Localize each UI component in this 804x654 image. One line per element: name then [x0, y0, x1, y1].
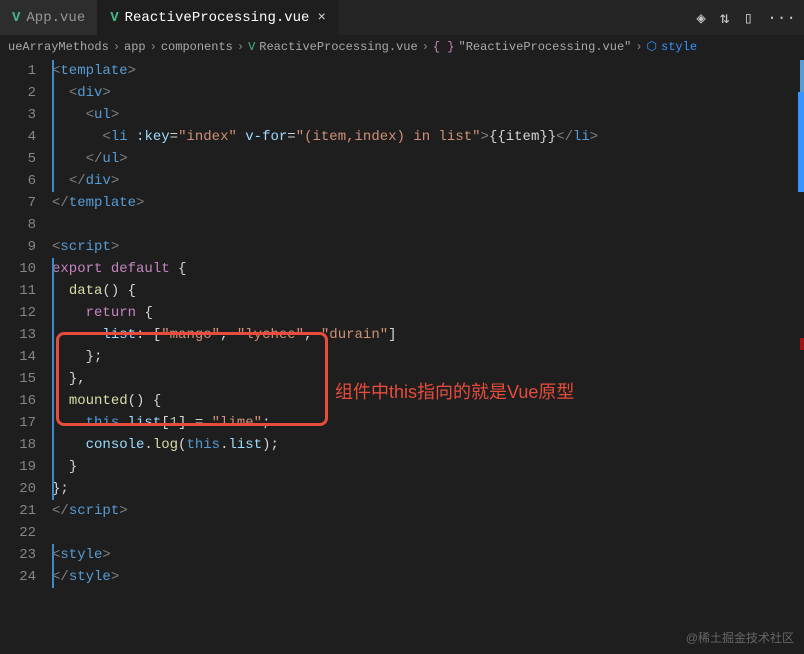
tab-reactive-processing[interactable]: V ReactiveProcessing.vue × — [98, 0, 339, 35]
line-number: 17 — [0, 412, 36, 434]
line-number: 1 — [0, 60, 36, 82]
close-icon[interactable]: × — [317, 10, 325, 26]
chevron-right-icon: › — [113, 40, 120, 54]
chevron-right-icon: › — [635, 40, 642, 54]
minimap-marker — [798, 92, 804, 192]
vue-icon: V — [248, 40, 255, 54]
code-editor[interactable]: 1 2 3 4 5 6 7 8 9 10 11 12 13 14 15 16 1… — [0, 58, 804, 652]
line-number: 23 — [0, 544, 36, 566]
line-number: 4 — [0, 126, 36, 148]
line-number: 11 — [0, 280, 36, 302]
breadcrumb-item[interactable]: style — [661, 40, 697, 54]
compare-icon[interactable]: ⇅ — [720, 8, 730, 28]
breadcrumb-item[interactable]: ueArrayMethods — [8, 40, 109, 54]
line-number: 18 — [0, 434, 36, 456]
line-number: 14 — [0, 346, 36, 368]
diff-icon[interactable]: ◈ — [696, 8, 706, 28]
breadcrumb-item[interactable]: components — [161, 40, 233, 54]
watermark: @稀土掘金技术社区 — [686, 629, 794, 646]
line-gutter: 1 2 3 4 5 6 7 8 9 10 11 12 13 14 15 16 1… — [0, 58, 52, 652]
vue-icon: V — [110, 10, 118, 26]
breadcrumb-item[interactable]: ReactiveProcessing.vue — [259, 40, 417, 54]
split-icon[interactable]: ▯ — [744, 8, 754, 28]
chevron-right-icon: › — [150, 40, 157, 54]
editor-toolbar: ◈ ⇅ ▯ ··· — [696, 8, 804, 28]
line-number: 2 — [0, 82, 36, 104]
line-number: 3 — [0, 104, 36, 126]
line-number: 22 — [0, 522, 36, 544]
line-number: 24 — [0, 566, 36, 588]
tab-bar: V App.vue V ReactiveProcessing.vue × ◈ ⇅… — [0, 0, 804, 35]
code-content[interactable]: <template> <div> <ul> <li :key="index" v… — [52, 58, 804, 652]
line-number: 20 — [0, 478, 36, 500]
tab-label: ReactiveProcessing.vue — [125, 10, 310, 26]
minimap-marker — [800, 60, 804, 94]
tab-label: App.vue — [26, 10, 85, 26]
cube-icon: ⬡ — [647, 39, 657, 54]
line-number: 5 — [0, 148, 36, 170]
line-number: 15 — [0, 368, 36, 390]
tab-app-vue[interactable]: V App.vue — [0, 0, 98, 35]
more-icon[interactable]: ··· — [767, 9, 796, 27]
line-number: 6 — [0, 170, 36, 192]
line-number: 7 — [0, 192, 36, 214]
tabs-left: V App.vue V ReactiveProcessing.vue × — [0, 0, 339, 35]
vue-icon: V — [12, 10, 20, 26]
breadcrumb[interactable]: ueArrayMethods › app › components › V Re… — [0, 35, 804, 58]
chevron-right-icon: › — [422, 40, 429, 54]
line-number: 10 — [0, 258, 36, 280]
breadcrumb-item[interactable]: "ReactiveProcessing.vue" — [459, 40, 632, 54]
brace-icon: { } — [433, 40, 455, 54]
line-number: 19 — [0, 456, 36, 478]
line-number: 8 — [0, 214, 36, 236]
line-number: 21 — [0, 500, 36, 522]
line-number: 12 — [0, 302, 36, 324]
minimap-marker — [800, 338, 804, 350]
breadcrumb-item[interactable]: app — [124, 40, 146, 54]
chevron-right-icon: › — [237, 40, 244, 54]
line-number: 9 — [0, 236, 36, 258]
line-number: 13 — [0, 324, 36, 346]
line-number: 16 — [0, 390, 36, 412]
